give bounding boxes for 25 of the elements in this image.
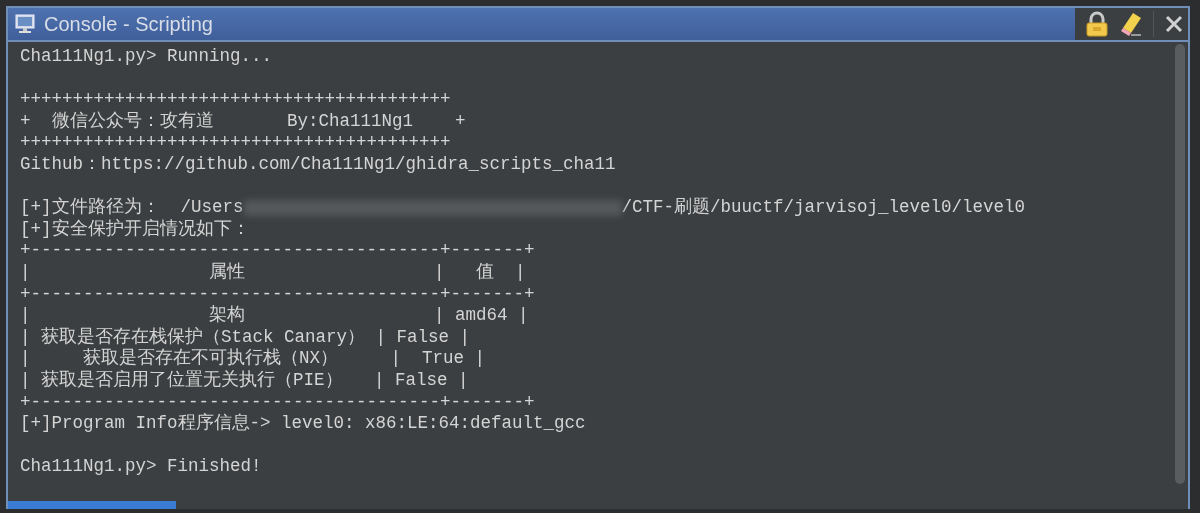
console-text: [+]文件路径为： /Users	[20, 197, 244, 218]
console-line: +++++++++++++++++++++++++++++++++++++++++	[20, 89, 452, 111]
console-text: /CTF-刷题/buuctf/jarvisoj_level0/level0	[621, 197, 1026, 218]
window-title: Console - Scripting	[44, 12, 214, 36]
console-line: | 获取是否启用了位置无关执行（PIE） | False |	[20, 369, 470, 392]
console-line: | 架构 | amd64 |	[20, 305, 530, 327]
console-line: +---------------------------------------+-------+	[20, 240, 536, 262]
monitor-icon	[14, 13, 36, 35]
console-line: [+]Program Info程序信息-> level0: x86:LE:64:default_gcc	[20, 413, 587, 435]
scrollbar-thumb[interactable]	[1175, 44, 1185, 484]
console-line: +---------------------------------------+-------+	[20, 391, 536, 413]
console-line: [+]安全保护开启情况如下：	[20, 218, 251, 241]
eraser-icon[interactable]	[1119, 11, 1143, 37]
console-line: Cha111Ng1.py> Finished!	[20, 456, 263, 478]
console-line: +++++++++++++++++++++++++++++++++++++++++	[20, 132, 452, 154]
close-icon[interactable]	[1164, 14, 1184, 34]
console-line: | 属性 | 值 |	[20, 261, 527, 284]
console-line: Cha111Ng1.py> Running...	[20, 46, 274, 68]
scrollbar-thumb[interactable]	[8, 501, 176, 509]
lock-icon[interactable]	[1085, 11, 1109, 37]
console-line: + 微信公众号：攻有道 By:Cha111Ng1 +	[20, 110, 467, 133]
console-line: | 获取是否存在栈保护（Stack Canary） | False |	[20, 326, 472, 348]
console-line: +---------------------------------------+-------+	[20, 283, 536, 305]
console-line: Github：https://github.com/Cha111Ng1/ghidra_scripts_cha11	[20, 153, 617, 176]
console-line: | 获取是否存在不可执行栈（NX） | True |	[20, 348, 487, 370]
